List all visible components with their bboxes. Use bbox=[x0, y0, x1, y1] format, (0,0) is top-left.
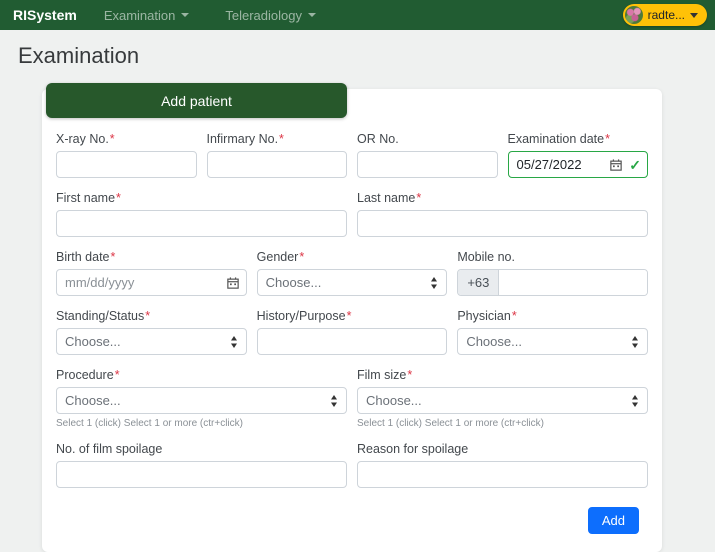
xray-no-label: X-ray No.* bbox=[56, 132, 115, 146]
infirmary-no-input[interactable] bbox=[206, 151, 347, 178]
gender-label: Gender* bbox=[256, 250, 305, 264]
required-asterisk: * bbox=[145, 309, 151, 323]
chevron-down-icon bbox=[690, 12, 698, 18]
standing-status-label: Standing/Status* bbox=[56, 309, 151, 323]
form-row-3: Birth date* Gender* Choose... bbox=[51, 250, 653, 296]
birth-date-label: Birth date* bbox=[56, 250, 116, 264]
exam-date-input[interactable] bbox=[507, 151, 648, 178]
mobile-input-group: +63 bbox=[457, 269, 648, 296]
first-name-label: First name* bbox=[56, 191, 121, 205]
required-asterisk: * bbox=[109, 132, 115, 146]
nav-item-examination-label: Examination bbox=[103, 7, 176, 23]
select-arrows-icon bbox=[431, 276, 438, 289]
gender-select-value: Choose... bbox=[265, 275, 322, 290]
gender-select[interactable]: Choose... bbox=[256, 269, 448, 296]
procedure-select[interactable]: Choose... bbox=[56, 387, 347, 414]
nav-item-examination[interactable]: Examination bbox=[104, 8, 190, 23]
exam-date-label: Examination date* bbox=[507, 132, 610, 146]
calendar-icon[interactable] bbox=[226, 276, 239, 289]
form-row-2: First name* Last name* bbox=[51, 191, 653, 237]
infirmary-no-label: Infirmary No.* bbox=[206, 132, 284, 146]
select-arrows-icon bbox=[631, 335, 638, 348]
procedure-label: Procedure* bbox=[56, 368, 120, 382]
required-asterisk: * bbox=[110, 250, 116, 264]
required-asterisk: * bbox=[346, 309, 352, 323]
form-row-6: No. of film spoilage Reason for spoilage bbox=[51, 442, 653, 488]
user-menu-button[interactable]: radte... bbox=[622, 4, 707, 26]
physician-label: Physician* bbox=[457, 309, 517, 323]
procedure-select-value: Choose... bbox=[65, 393, 121, 408]
film-spoilage-input[interactable] bbox=[56, 461, 347, 488]
select-arrows-icon bbox=[632, 394, 638, 407]
nav-item-teleradiology-label: Teleradiology bbox=[225, 7, 302, 23]
form-row-1: X-ray No.* Infirmary No.* OR No. Examina… bbox=[51, 132, 653, 178]
form-row-5: Procedure* Choose... Select 1 (click) Se… bbox=[51, 368, 653, 429]
valid-check-icon: ✓ bbox=[629, 156, 641, 173]
top-navbar: RISystem Examination Teleradiology radte… bbox=[0, 0, 715, 30]
page-title: Examination bbox=[18, 43, 140, 68]
history-purpose-input[interactable] bbox=[256, 328, 448, 355]
form-row-4: Standing/Status* Choose... History/Purpo… bbox=[51, 309, 653, 355]
film-size-help-text: Select 1 (click) Select 1 or more (ctr+c… bbox=[357, 418, 544, 429]
birth-date-input[interactable] bbox=[56, 269, 247, 296]
or-no-label: OR No. bbox=[357, 132, 399, 146]
add-patient-header[interactable]: Add patient bbox=[46, 83, 347, 118]
required-asterisk: * bbox=[511, 309, 517, 323]
select-arrows-icon bbox=[331, 394, 337, 407]
history-purpose-label: History/Purpose* bbox=[256, 309, 352, 323]
calendar-icon[interactable] bbox=[610, 158, 622, 171]
mobile-no-input[interactable] bbox=[499, 270, 647, 295]
required-asterisk: * bbox=[116, 191, 121, 205]
required-asterisk: * bbox=[114, 368, 120, 382]
add-button[interactable]: Add bbox=[587, 507, 639, 534]
brand-logo[interactable]: RISystem bbox=[13, 7, 77, 23]
film-size-select[interactable]: Choose... bbox=[357, 387, 648, 414]
film-spoilage-label: No. of film spoilage bbox=[56, 442, 163, 456]
procedure-help-text: Select 1 (click) Select 1 or more (ctr+c… bbox=[56, 418, 243, 429]
or-no-input[interactable] bbox=[357, 151, 498, 178]
mobile-no-label: Mobile no. bbox=[457, 250, 515, 264]
username-label: radte... bbox=[647, 8, 685, 22]
standing-status-select-value: Choose... bbox=[65, 334, 121, 349]
xray-no-input[interactable] bbox=[56, 151, 197, 178]
physician-select[interactable]: Choose... bbox=[457, 328, 648, 355]
spoilage-reason-label: Reason for spoilage bbox=[357, 442, 469, 456]
film-size-label: Film size* bbox=[357, 368, 413, 382]
chevron-down-icon bbox=[181, 13, 190, 17]
last-name-label: Last name* bbox=[357, 191, 422, 205]
add-patient-form: X-ray No.* Infirmary No.* OR No. Examina… bbox=[42, 124, 662, 534]
add-patient-card: Add patient X-ray No.* Infirmary No.* OR… bbox=[42, 83, 662, 552]
physician-select-value: Choose... bbox=[466, 334, 522, 349]
film-size-select-value: Choose... bbox=[366, 393, 422, 408]
required-asterisk: * bbox=[299, 250, 305, 264]
main-nav: Examination Teleradiology bbox=[104, 8, 352, 23]
required-asterisk: * bbox=[416, 191, 422, 205]
chevron-down-icon bbox=[307, 13, 316, 17]
required-asterisk: * bbox=[279, 132, 284, 146]
last-name-input[interactable] bbox=[357, 210, 648, 237]
standing-status-select[interactable]: Choose... bbox=[56, 328, 247, 355]
nav-item-teleradiology[interactable]: Teleradiology bbox=[225, 8, 316, 23]
avatar bbox=[624, 6, 643, 24]
required-asterisk: * bbox=[605, 132, 610, 146]
country-code-prefix: +63 bbox=[458, 270, 500, 295]
select-arrows-icon bbox=[230, 335, 237, 348]
form-actions: Add bbox=[51, 501, 653, 534]
spoilage-reason-input[interactable] bbox=[357, 461, 648, 488]
required-asterisk: * bbox=[407, 368, 413, 382]
first-name-input[interactable] bbox=[56, 210, 347, 237]
